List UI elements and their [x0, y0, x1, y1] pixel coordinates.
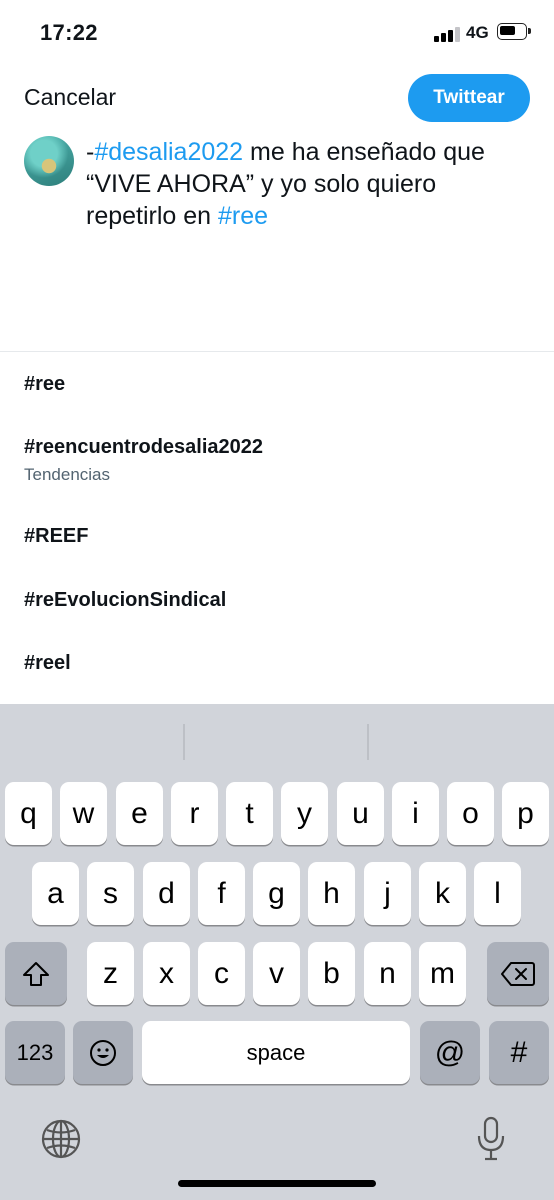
cancel-button[interactable]: Cancelar	[24, 84, 116, 111]
hashtag-in-progress: #ree	[218, 202, 269, 230]
suggestion-item[interactable]: #reencuentrodesalia2022	[24, 436, 263, 459]
key-s[interactable]: s	[87, 862, 134, 925]
key-k[interactable]: k	[419, 862, 466, 925]
prediction-separator	[183, 724, 185, 760]
key-m[interactable]: m	[419, 942, 466, 1005]
key-g[interactable]: g	[253, 862, 300, 925]
key-y[interactable]: y	[281, 782, 328, 845]
emoji-key[interactable]	[73, 1021, 133, 1084]
key-p[interactable]: p	[502, 782, 549, 845]
key-c[interactable]: c	[198, 942, 245, 1005]
battery-icon	[497, 23, 531, 40]
key-n[interactable]: n	[364, 942, 411, 1005]
key-u[interactable]: u	[337, 782, 384, 845]
key-b[interactable]: b	[308, 942, 355, 1005]
status-bar: 17:22 4G	[0, 0, 554, 68]
status-time: 17:22	[40, 20, 98, 45]
keyboard: q w e r t y u i o p a s d f g h j k l z …	[0, 704, 554, 1200]
key-l[interactable]: l	[474, 862, 521, 925]
suggestion-subtitle: Tendencias	[24, 465, 111, 484]
home-indicator	[178, 1180, 376, 1187]
cellular-signal-icon	[434, 26, 460, 42]
avatar	[24, 136, 74, 186]
key-r[interactable]: r	[171, 782, 218, 845]
divider	[0, 351, 554, 352]
key-j[interactable]: j	[364, 862, 411, 925]
suggestion-item[interactable]: #ree	[24, 373, 65, 396]
key-q[interactable]: q	[5, 782, 52, 845]
key-i[interactable]: i	[392, 782, 439, 845]
key-t[interactable]: t	[226, 782, 273, 845]
key-x[interactable]: x	[143, 942, 190, 1005]
numbers-key[interactable]: 123	[5, 1021, 65, 1084]
tweet-button[interactable]: Twittear	[408, 74, 530, 122]
key-o[interactable]: o	[447, 782, 494, 845]
tweet-compose-field[interactable]: -#desalia2022 me ha enseñado que “VIVE A…	[86, 136, 526, 232]
emoji-icon	[90, 1039, 116, 1066]
suggestion-item[interactable]: #REEF	[24, 525, 88, 548]
microphone-icon[interactable]	[476, 1116, 506, 1162]
key-f[interactable]: f	[198, 862, 245, 925]
key-a[interactable]: a	[32, 862, 79, 925]
key-d[interactable]: d	[143, 862, 190, 925]
key-h[interactable]: h	[308, 862, 355, 925]
at-key[interactable]: @	[420, 1021, 480, 1084]
delete-key[interactable]	[487, 942, 549, 1005]
shift-icon	[23, 961, 49, 986]
key-z[interactable]: z	[87, 942, 134, 1005]
space-key[interactable]: space	[142, 1021, 410, 1084]
hash-key[interactable]: #	[489, 1021, 549, 1084]
key-v[interactable]: v	[253, 942, 300, 1005]
globe-icon[interactable]	[40, 1118, 82, 1160]
hashtag-link: #desalia2022	[94, 138, 244, 166]
key-w[interactable]: w	[60, 782, 107, 845]
network-type: 4G	[466, 23, 489, 42]
key-e[interactable]: e	[116, 782, 163, 845]
prediction-separator	[367, 724, 369, 760]
suggestion-item[interactable]: #reel	[24, 652, 71, 675]
suggestion-item[interactable]: #reEvolucionSindical	[24, 589, 226, 612]
shift-key[interactable]	[5, 942, 67, 1005]
backspace-icon	[501, 961, 535, 986]
